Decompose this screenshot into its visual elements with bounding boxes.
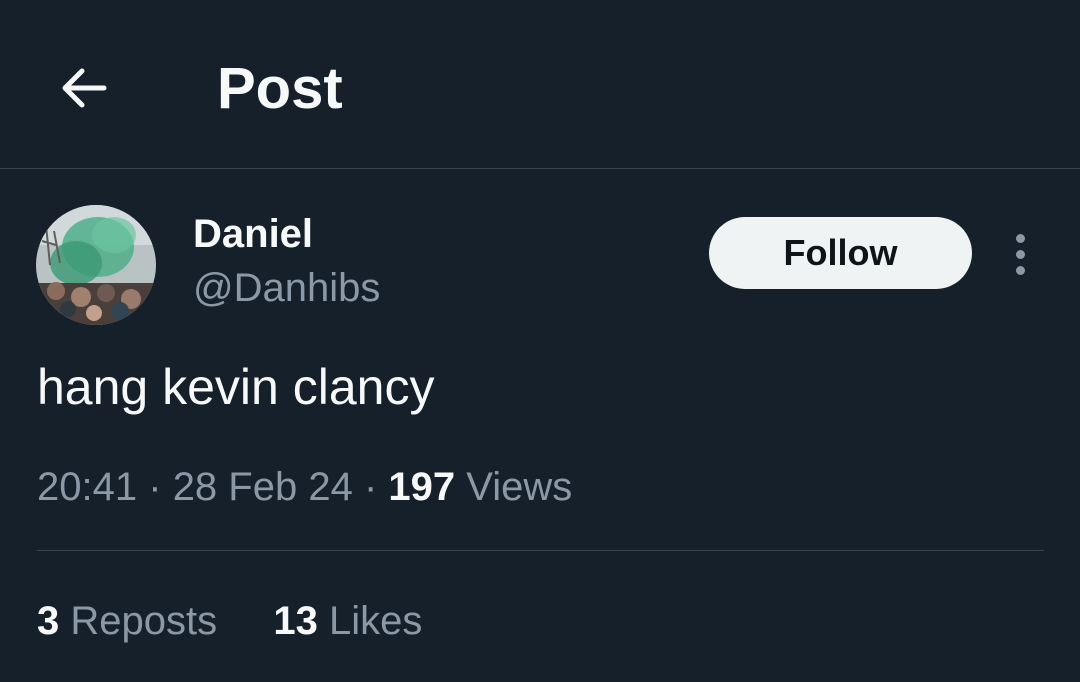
follow-button[interactable]: Follow xyxy=(709,217,972,289)
author-handle[interactable]: @Danhibs xyxy=(193,264,380,312)
more-options-button[interactable] xyxy=(996,226,1044,282)
reposts-stat[interactable]: 3 Reposts xyxy=(37,599,228,643)
post-stats: 3 Reposts 13 Likes xyxy=(37,596,422,646)
page-title: Post xyxy=(217,56,343,121)
divider xyxy=(37,550,1044,551)
arrow-left-icon xyxy=(62,68,107,108)
reposts-label: Reposts xyxy=(70,599,218,643)
views-count: 197 xyxy=(388,465,456,509)
post-metadata: 20:41 · 28 Feb 24 · 197 Views xyxy=(37,462,572,512)
post-date[interactable]: 28 Feb 24 xyxy=(173,465,353,509)
views-label: Views xyxy=(466,465,573,509)
top-bar: Post xyxy=(0,0,1080,169)
reposts-count: 3 xyxy=(37,599,60,643)
more-vertical-icon xyxy=(1015,233,1025,275)
avatar[interactable] xyxy=(36,205,156,325)
meta-separator: · xyxy=(148,465,162,509)
author-display-name[interactable]: Daniel xyxy=(193,210,313,258)
likes-stat[interactable]: 13 Likes xyxy=(273,599,422,643)
avatar-image xyxy=(36,205,156,325)
post-text: hang kevin clancy xyxy=(37,359,435,415)
back-button[interactable] xyxy=(52,56,116,120)
post-time[interactable]: 20:41 xyxy=(37,465,137,509)
likes-label: Likes xyxy=(329,599,423,643)
meta-separator: · xyxy=(363,465,378,509)
likes-count: 13 xyxy=(273,599,318,643)
